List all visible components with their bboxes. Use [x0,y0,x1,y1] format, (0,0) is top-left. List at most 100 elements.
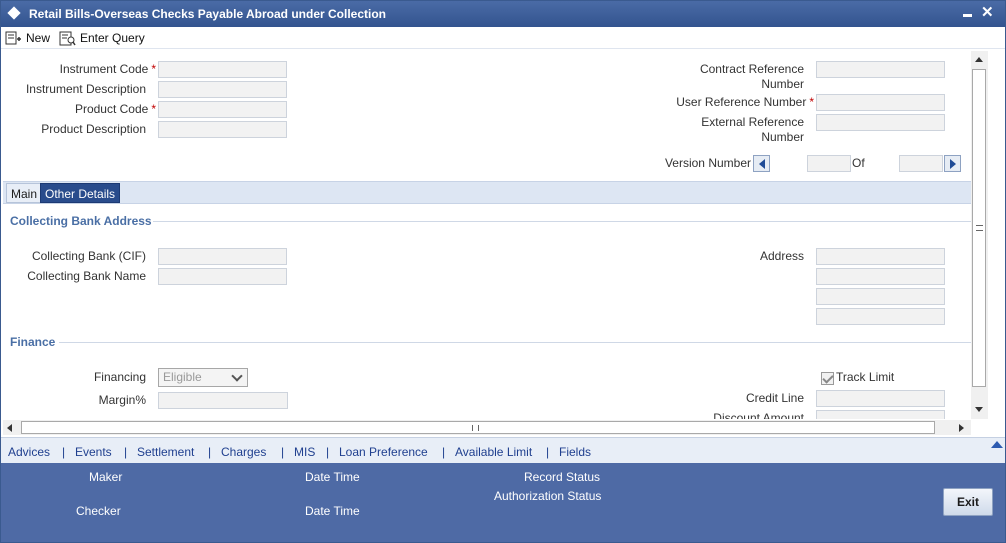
link-available-limit[interactable]: Available Limit [455,445,532,459]
address-line-4-field[interactable] [816,308,945,325]
track-limit-checkbox[interactable] [821,372,834,385]
contract-reference-label: Contract Reference Number [623,62,804,92]
maker-date-time-label: Date Time [305,470,360,484]
window-title: Retail Bills-Overseas Checks Payable Abr… [29,7,387,21]
version-number-label: Version Number [664,156,751,170]
total-versions-field[interactable] [899,155,943,172]
contract-reference-field[interactable] [816,61,945,78]
discount-amount-field[interactable] [816,410,945,419]
collecting-bank-cif-label: Collecting Bank (CIF) [31,249,146,263]
collapse-up-icon[interactable] [991,441,1003,448]
horizontal-scrollbar[interactable] [3,420,971,435]
exit-button[interactable]: Exit [943,488,993,516]
financing-select[interactable]: Eligible [158,368,248,387]
version-of-label: Of [852,156,865,170]
credit-line-label: Credit Line [745,391,804,405]
link-separator: | [62,445,66,459]
margin-field[interactable] [158,392,288,409]
product-description-field[interactable] [158,121,287,138]
product-code-field[interactable] [158,101,287,118]
address-line-2-field[interactable] [816,268,945,285]
link-fields[interactable]: Fields [559,445,591,459]
required-marker: * [809,95,814,109]
link-separator: | [442,445,446,459]
scroll-grip-icon [976,225,983,231]
product-code-label: Product Code * [3,102,156,117]
collecting-bank-name-label: Collecting Bank Name [27,269,146,283]
vertical-scroll-thumb[interactable] [972,69,986,387]
tab-main[interactable]: Main [6,183,43,203]
link-settlement[interactable]: Settlement [137,445,194,459]
section-divider [59,342,971,343]
contract-reference-label-line1: Contract Reference [699,62,804,76]
link-separator: | [208,445,212,459]
margin-label: Margin% [98,393,146,407]
minimize-button[interactable] [963,14,972,17]
new-button[interactable]: New [5,29,50,47]
credit-line-field[interactable] [816,390,945,407]
instrument-code-label-text: Instrument Code [59,62,149,76]
address-line-3-field[interactable] [816,288,945,305]
collecting-bank-cif-field[interactable] [158,248,287,265]
scroll-up-icon[interactable] [975,57,983,62]
tab-other-details[interactable]: Other Details [40,183,121,203]
next-version-button[interactable] [944,155,961,172]
previous-version-button[interactable] [753,155,770,172]
address-line-1-field[interactable] [816,248,945,265]
instrument-description-label: Instrument Description [25,82,146,96]
external-reference-label-line1: External Reference [701,115,804,129]
instrument-code-label: Instrument Code * [3,62,156,77]
new-record-icon [5,31,21,45]
window-diamond-icon [7,6,21,20]
external-reference-label: External Reference Number [623,115,804,145]
enter-query-label: Enter Query [80,31,145,45]
discount-amount-label: Discount Amount [713,411,804,419]
required-marker: * [151,102,156,116]
audit-panel: Maker Date Time Record Status Authorizat… [1,463,1005,542]
toolbar: New Enter Query [1,27,1005,49]
user-reference-field[interactable] [816,94,945,111]
financing-selected-value: Eligible [163,370,202,384]
vertical-scrollbar[interactable] [971,51,988,419]
scroll-down-icon[interactable] [975,407,983,412]
finance-section-title: Finance [10,335,56,349]
link-mis[interactable]: MIS [294,445,315,459]
section-divider [153,221,971,222]
link-loan-preference[interactable]: Loan Preference [339,445,428,459]
authorization-status-label: Authorization Status [494,489,602,503]
product-code-label-text: Product Code [74,102,149,116]
horizontal-scroll-thumb[interactable] [21,421,935,434]
collecting-bank-section-title: Collecting Bank Address [10,214,152,228]
maker-label: Maker [89,470,123,484]
version-number-field[interactable] [807,155,851,172]
tab-strip: Main Other Details [3,181,971,204]
link-separator: | [281,445,285,459]
external-reference-field[interactable] [816,114,945,131]
track-limit-label: Track Limit [836,370,895,384]
enter-query-icon [59,31,76,45]
close-button[interactable]: ✕ [981,5,994,20]
instrument-description-field[interactable] [158,81,287,98]
scroll-left-icon[interactable] [7,424,12,432]
financing-label: Financing [93,370,146,384]
instrument-code-field[interactable] [158,61,287,78]
product-description-label: Product Description [41,122,146,136]
user-reference-label: User Reference Number * [623,95,814,110]
chevron-down-icon [231,370,243,382]
subsystem-links-bar: Advices | Events | Settlement | Charges … [1,437,1005,463]
form-content: Instrument Code * Instrument Description … [3,51,971,419]
required-marker: * [151,62,156,76]
user-reference-label-text: User Reference Number [676,95,807,109]
link-events[interactable]: Events [75,445,112,459]
external-reference-label-line2: Number [761,130,804,144]
link-advices[interactable]: Advices [8,445,50,459]
contract-reference-label-line2: Number [761,77,804,91]
scroll-right-icon[interactable] [959,424,964,432]
checker-label: Checker [76,504,121,518]
collecting-bank-name-field[interactable] [158,268,287,285]
enter-query-button[interactable]: Enter Query [59,29,145,47]
link-charges[interactable]: Charges [221,445,266,459]
scroll-grip-icon [472,425,479,431]
link-separator: | [546,445,550,459]
title-bar: Retail Bills-Overseas Checks Payable Abr… [1,1,1005,27]
